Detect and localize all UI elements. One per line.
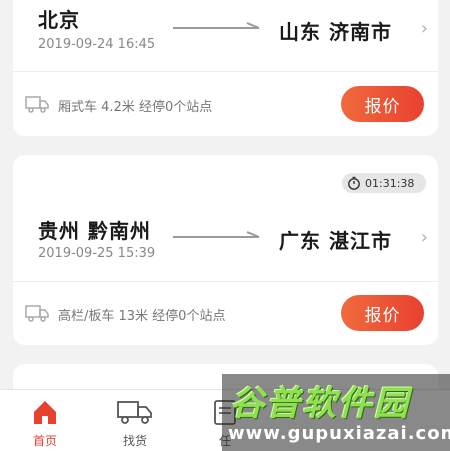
truck-icon [25, 305, 49, 322]
departure-date: 2019-09-24 16:45 [38, 37, 156, 52]
watermark: 谷普软件园 www.gupuxiazai.com [222, 374, 450, 451]
tab-label: 首页 [32, 434, 57, 448]
vehicle-info: 高栏/板车 13米 经停0个站点 [58, 309, 226, 324]
vehicle-info: 厢式车 4.2米 经停0个站点 [58, 100, 213, 115]
stopwatch-icon [348, 176, 360, 190]
watermark-url: www.gupuxiazai.com [228, 423, 450, 444]
home-icon [34, 401, 56, 424]
chevron-right-icon[interactable]: › [421, 227, 428, 248]
countdown-timer: 01:31:38 [342, 173, 426, 193]
origin-city: 北京 [38, 8, 80, 32]
timer-value: 01:31:38 [365, 176, 415, 190]
origin-city: 贵州 黔南州 [38, 219, 151, 243]
chevron-right-icon[interactable]: › [421, 18, 428, 39]
route-arrow-icon [173, 231, 260, 238]
divider [13, 71, 438, 72]
tab-find-cargo[interactable]: 找货 [90, 390, 180, 451]
destination-city: 广东 湛江市 [279, 229, 392, 253]
departure-date: 2019-09-25 15:39 [38, 246, 156, 261]
truck-icon [117, 401, 152, 424]
freight-card[interactable]: 01:31:38 贵州 黔南州 2019-09-25 15:39 广东 湛江市 … [13, 155, 438, 345]
divider [13, 281, 438, 282]
quote-button[interactable]: 报价 [341, 86, 424, 122]
tab-home[interactable]: 首页 [0, 390, 90, 451]
freight-card[interactable]: 北京 2019-09-24 16:45 山东 济南市 › 厢式车 4.2米 经停… [13, 0, 438, 136]
route-arrow-icon [173, 22, 260, 29]
watermark-title: 谷普软件园 [230, 384, 410, 424]
destination-city: 山东 济南市 [279, 20, 392, 44]
truck-icon [25, 96, 49, 113]
quote-button[interactable]: 报价 [341, 295, 424, 331]
tab-label: 找货 [122, 434, 147, 448]
